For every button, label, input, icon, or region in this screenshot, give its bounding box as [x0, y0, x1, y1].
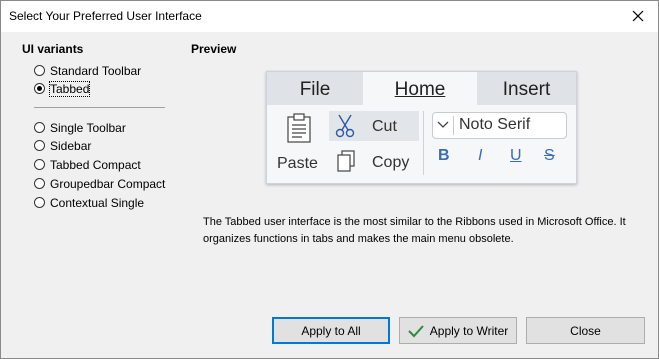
font-box-divider — [453, 116, 454, 135]
scissors-icon — [335, 114, 355, 138]
preview-cut-label: Cut — [372, 118, 397, 135]
preview-ribbon: Paste Cut Copy Noto Serif B I U S — [267, 105, 576, 183]
radio-button[interactable] — [34, 178, 45, 189]
radio-button[interactable] — [34, 159, 45, 170]
underline-icon: U — [510, 147, 522, 164]
preview-image: File Home Insert Paste Cut Copy Noto Ser… — [266, 71, 577, 184]
chevron-down-icon — [437, 121, 449, 128]
preview-copy-label: Copy — [372, 154, 410, 171]
dialog-window: Select Your Preferred User Interface UI … — [0, 0, 659, 359]
radio-button[interactable] — [34, 140, 45, 151]
preview-heading: Preview — [191, 42, 237, 56]
radio-button[interactable] — [34, 122, 45, 133]
radio-button[interactable] — [34, 197, 45, 208]
ui-variants-heading: UI variants — [22, 42, 84, 56]
preview-tab-file: File — [299, 79, 331, 100]
title-bar: Select Your Preferred User Interface — [1, 1, 658, 32]
radio-contextual-single[interactable]: Contextual Single — [34, 194, 144, 211]
apply-to-writer-label: Apply to Writer — [429, 323, 509, 338]
window-title: Select Your Preferred User Interface — [9, 9, 202, 23]
radio-label: Standard Toolbar — [50, 63, 142, 78]
preview-paste-label: Paste — [277, 155, 318, 172]
close-icon[interactable] — [628, 6, 648, 26]
clipboard-icon — [287, 113, 311, 143]
radio-label: Tabbed Compact — [50, 157, 141, 172]
preview-tab-home: Home — [363, 72, 477, 105]
apply-to-all-button[interactable]: Apply to All — [272, 317, 390, 344]
radio-label: Contextual Single — [50, 195, 145, 210]
variant-description: The Tabbed user interface is the most si… — [203, 216, 626, 245]
radio-label: Single Toolbar — [50, 120, 126, 135]
preview-tab-bar: File Home Insert — [267, 72, 576, 105]
radio-button-selected[interactable] — [34, 83, 45, 94]
variants-divider — [34, 107, 165, 108]
radio-label: Sidebar — [50, 138, 92, 153]
radio-tabbed[interactable]: Tabbed — [34, 80, 91, 97]
close-button[interactable]: Close — [526, 317, 645, 344]
radio-groupedbar-compact[interactable]: Groupedbar Compact — [34, 175, 165, 192]
preview-tab-insert: Insert — [502, 79, 551, 100]
radio-sidebar[interactable]: Sidebar — [34, 137, 91, 154]
copy-icon — [337, 150, 355, 172]
radio-tabbed-compact[interactable]: Tabbed Compact — [34, 156, 141, 173]
strikethrough-icon: S — [544, 147, 555, 164]
close-label: Close — [570, 323, 601, 338]
bold-icon: B — [438, 147, 450, 164]
radio-label: Tabbed — [48, 80, 91, 97]
radio-standard-toolbar[interactable]: Standard Toolbar — [34, 62, 141, 79]
radio-single-toolbar[interactable]: Single Toolbar — [34, 119, 126, 136]
apply-to-writer-button[interactable]: Apply to Writer — [399, 317, 517, 344]
preview-separator — [423, 111, 424, 175]
checkmark-icon — [408, 324, 424, 337]
radio-label: Groupedbar Compact — [50, 176, 166, 191]
preview-font-name: Noto Serif — [459, 116, 531, 133]
preview-font-selector: Noto Serif — [432, 112, 567, 139]
apply-to-all-label: Apply to All — [301, 323, 361, 338]
radio-button[interactable] — [34, 65, 45, 76]
italic-icon: I — [478, 147, 483, 164]
